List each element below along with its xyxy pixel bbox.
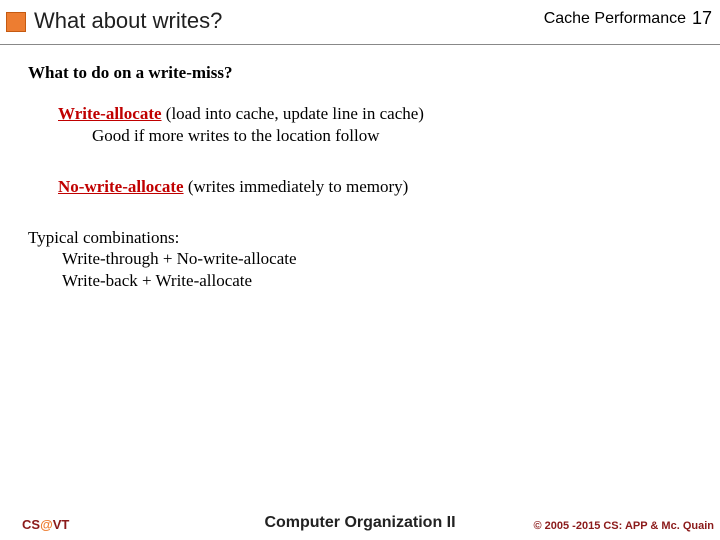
slide-body: What to do on a write-miss? Write-alloca… (28, 62, 696, 291)
topic-label: Cache Performance (544, 10, 686, 28)
write-allocate-desc: (load into cache, update line in cache) (162, 104, 424, 123)
slide-title: What about writes? (34, 8, 222, 34)
write-allocate-section: Write-allocate (load into cache, update … (58, 103, 696, 146)
question-text: What to do on a write-miss? (28, 62, 696, 83)
typical-combinations: Typical combinations: Write-through + No… (28, 227, 696, 291)
title-bullet-icon (6, 12, 26, 32)
combo-1: Write-through + No-write-allocate (62, 248, 696, 269)
footer-right: © 2005 -2015 CS: APP & Mc. Quain (533, 520, 714, 532)
combo-2: Write-back + Write-allocate (62, 270, 696, 291)
no-write-allocate-desc: (writes immediately to memory) (184, 177, 409, 196)
write-allocate-term: Write-allocate (58, 104, 162, 123)
header-divider (0, 44, 720, 45)
header: What about writes? Cache Performance 17 (0, 0, 720, 44)
typical-heading: Typical combinations: (28, 227, 696, 248)
write-allocate-note: Good if more writes to the location foll… (92, 125, 696, 146)
no-write-allocate-term: No-write-allocate (58, 177, 184, 196)
footer: CS@VT Computer Organization II © 2005 -2… (0, 508, 720, 532)
no-write-allocate-section: No-write-allocate (writes immediately to… (58, 176, 696, 197)
slide: What about writes? Cache Performance 17 … (0, 0, 720, 540)
page-number: 17 (692, 8, 712, 29)
